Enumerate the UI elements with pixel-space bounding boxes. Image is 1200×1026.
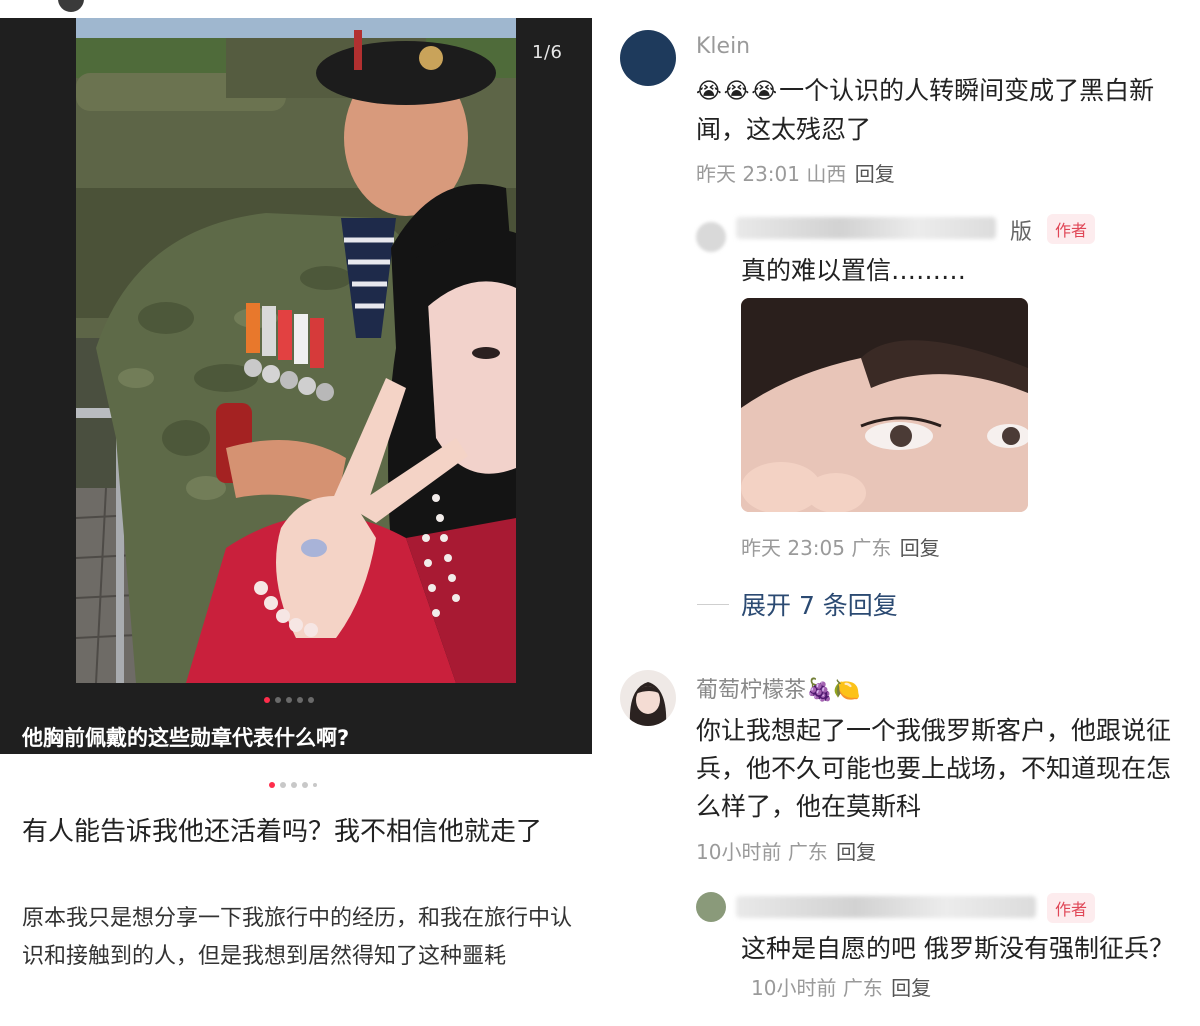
page-indicator-dots (269, 782, 317, 788)
commenter-name-text: 葡萄柠檬茶 (696, 678, 807, 703)
author-badge: 作者 (1047, 893, 1096, 923)
comment-text: 😭😭😭一个认识的人转瞬间变成了黑白新闻，这太残忍了 (696, 72, 1186, 149)
reply-button[interactable]: 回复 (891, 976, 931, 1000)
reply-location: 广东 (842, 976, 883, 1000)
expand-replies-label[interactable]: 展开 7 条回复 (741, 586, 898, 622)
reply-avatar[interactable] (696, 222, 726, 252)
reply-image[interactable] (741, 298, 1028, 512)
reply-button[interactable]: 回复 (900, 536, 940, 560)
image-caption: 他胸前佩戴的这些勋章代表什么啊? (22, 726, 350, 750)
post-title: 有人能告诉我他还活着吗？我不相信他就走了 (22, 817, 543, 847)
comment-meta: 10小时前 广东 回复 (696, 836, 876, 865)
expand-replies-button[interactable]: 展开 7 条回复 (697, 586, 898, 622)
reply-time: 昨天 23:05 (741, 536, 845, 560)
dot-active (269, 782, 275, 788)
reply-text: 这种是自愿的吧 俄罗斯没有强制征兵？ 10小时前 广东 回复 (741, 930, 1191, 1007)
dot-active (264, 697, 270, 703)
divider (697, 603, 729, 605)
commenter-avatar[interactable] (620, 30, 676, 86)
dot (280, 782, 286, 788)
comment-meta: 昨天 23:01 山西 回复 (696, 158, 895, 187)
post-panel: 1/6 他胸前佩戴的这些勋章代表什么啊? 有人能告诉我他还活着吗？我不相信他就走… (0, 0, 592, 1026)
comment-text: 你让我想起了一个我俄罗斯客户，他跟说征兵，他不久可能也要上战场，不知道现在怎么样… (696, 716, 1172, 821)
author-badge: 作者 (1047, 214, 1096, 244)
image-indicator-dots (264, 697, 314, 703)
dot (308, 697, 314, 703)
dot (297, 697, 303, 703)
reply-button[interactable]: 回复 (855, 162, 895, 186)
image-carousel[interactable]: 1/6 他胸前佩戴的这些勋章代表什么啊? (0, 18, 592, 754)
comment-time: 10小时前 (696, 840, 782, 864)
commenter-avatar[interactable] (620, 670, 676, 726)
commenter-name[interactable]: 葡萄柠檬茶🍇🍋 (696, 672, 861, 704)
dot (275, 697, 281, 703)
comment-time: 昨天 23:01 (696, 162, 800, 186)
post-body: 原本我只是想分享一下我旅行中的经历，和我在旅行中认识和接触到的人，但是我想到居然… (22, 906, 573, 969)
image-counter: 1/6 (532, 42, 563, 63)
reply-meta: 昨天 23:05 广东 回复 (741, 532, 940, 561)
author-avatar[interactable] (58, 0, 84, 12)
dot (291, 782, 297, 788)
reply-time: 10小时前 (751, 976, 837, 1000)
dot (302, 782, 308, 788)
reply-name-suffix: 版 (1010, 220, 1033, 245)
comments-panel: Klein 😭😭😭一个认识的人转瞬间变成了黑白新闻，这太残忍了 昨天 23:01… (600, 0, 1200, 1026)
reply-location: 广东 (851, 536, 892, 560)
crying-emoji-icon: 😭😭😭 (696, 79, 780, 104)
reply-avatar[interactable] (696, 892, 726, 922)
dot (286, 697, 292, 703)
comment-location: 广东 (787, 840, 828, 864)
comment-location: 山西 (806, 162, 847, 186)
post-photo[interactable] (76, 18, 516, 683)
grape-lemon-emoji-icon: 🍇🍋 (806, 678, 861, 703)
redacted-username (736, 896, 1036, 918)
reply-body: 这种是自愿的吧 俄罗斯没有强制征兵？ (741, 934, 1174, 963)
reply-button[interactable]: 回复 (836, 840, 876, 864)
reply-meta: 10小时前 广东 回复 (751, 976, 931, 1000)
reply-text: 真的难以置信……… (741, 256, 967, 285)
redacted-username (736, 217, 996, 239)
commenter-name[interactable]: Klein (696, 34, 750, 59)
dot (313, 783, 317, 787)
post-header-peek (0, 0, 592, 16)
